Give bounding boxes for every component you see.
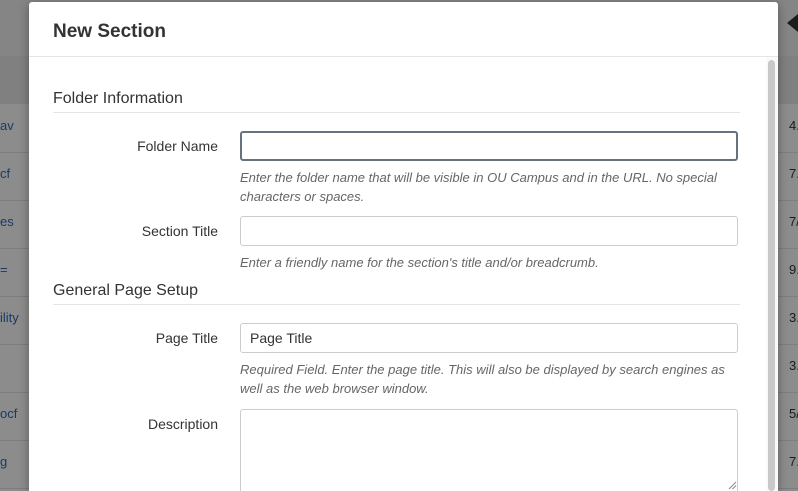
resize-handle-icon[interactable] xyxy=(728,481,737,490)
description-textarea[interactable] xyxy=(240,409,738,491)
new-section-modal: New Section Folder Information Folder Na… xyxy=(29,2,778,491)
modal-scrollbar[interactable] xyxy=(766,57,778,491)
section-title-help: Enter a friendly name for the section's … xyxy=(240,255,599,270)
section-title-label: Section Title xyxy=(141,223,218,239)
general-page-setup-legend: General Page Setup xyxy=(53,282,740,305)
folder-information-legend: Folder Information xyxy=(53,90,740,113)
modal-header: New Section xyxy=(29,2,778,57)
modal-body[interactable]: Folder Information Folder Name Enter the… xyxy=(29,57,778,491)
page-title-help: Required Field. Enter the page title. Th… xyxy=(240,362,725,396)
page-title-input[interactable] xyxy=(240,323,738,353)
section-title-input[interactable] xyxy=(240,216,738,246)
modal-title: New Section xyxy=(53,21,166,42)
modal-scrollbar-thumb[interactable] xyxy=(768,60,775,491)
page-title-label: Page Title xyxy=(155,330,218,346)
folder-name-label: Folder Name xyxy=(137,138,218,154)
folder-name-help: Enter the folder name that will be visib… xyxy=(240,170,717,204)
description-label: Description xyxy=(147,416,218,432)
folder-name-input[interactable] xyxy=(240,131,738,161)
